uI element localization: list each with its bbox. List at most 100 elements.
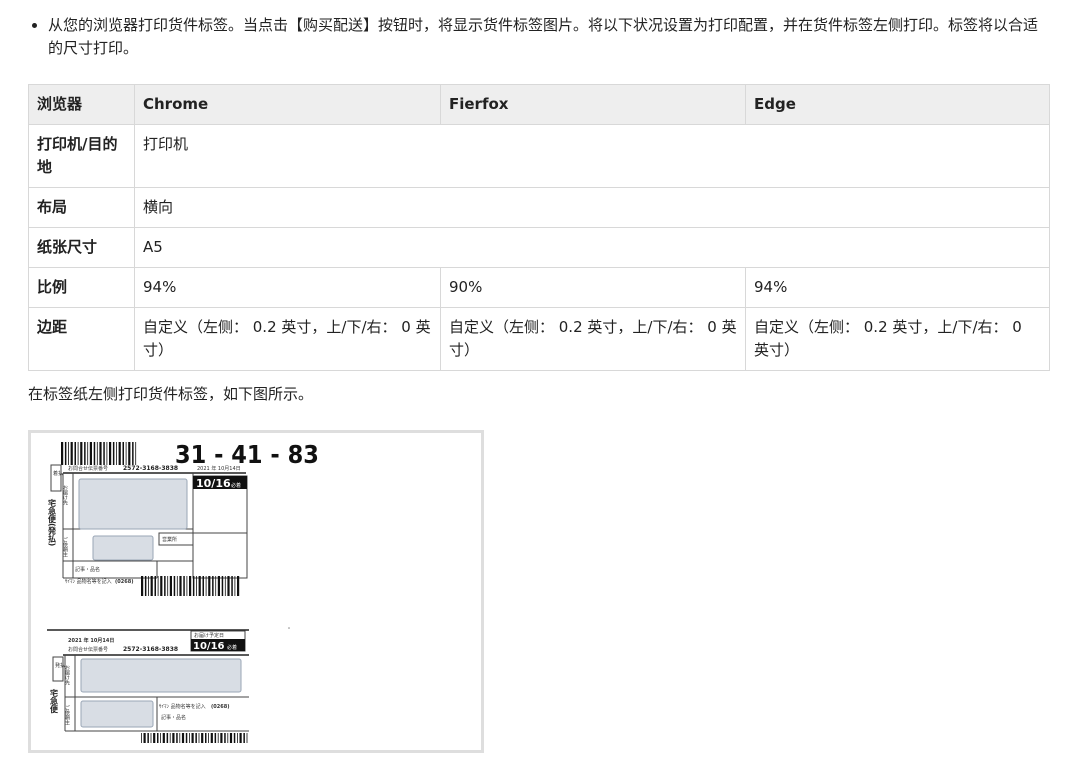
barcode-top (61, 442, 137, 465)
help-page: 从您的浏览器打印货件标签。当点击【购买配送】按钮时，将显示货件标签图片。将以下状… (0, 0, 1080, 760)
header-edge: Edge (745, 84, 1050, 125)
lower-delivery-note: 必着 (227, 644, 237, 651)
barcode-bar (208, 733, 209, 743)
barcode-bar (210, 733, 213, 743)
barcode-bar (61, 442, 64, 465)
barcode-bar (214, 733, 217, 743)
barcode-bar (122, 442, 124, 465)
barcode-bar (201, 733, 204, 743)
row-label-margin: 边距 (28, 307, 135, 371)
lower-bottom-code: (0268) (211, 704, 230, 710)
barcode-bar (169, 576, 172, 596)
upper-tracking-label: お問合せ伝票番号 (68, 465, 108, 472)
barcode-bar (181, 733, 185, 743)
upper-delivery-note: 必着 (231, 482, 241, 489)
barcode-bar (198, 576, 201, 596)
cell-scale-edge: 94% (745, 267, 1050, 308)
barcode-bar (205, 576, 207, 596)
barcode-bar (93, 442, 96, 465)
cell-scale-chrome: 94% (134, 267, 441, 308)
barcode-bar (74, 442, 76, 465)
cell-printer: 打印机 (134, 124, 1050, 188)
lower-label: 2021 年 10月14日 お問合せ伝票番号 2572-3168-3838 お届… (47, 629, 249, 743)
lower-tracking-label: お問合せ伝票番号 (68, 646, 108, 653)
cell-margin-firefox: 自定义（左侧： 0.2 英寸，上/下/右： 0 英寸） (440, 307, 746, 371)
upper-big-number: 31 - 41 - 83 (175, 440, 319, 469)
barcode-bar (172, 733, 175, 743)
barcode-bar (195, 733, 197, 743)
barcode-bar (186, 576, 188, 596)
barcode-bar (229, 733, 233, 743)
barcode-bar (173, 576, 176, 596)
barcode-bar (224, 576, 226, 596)
barcode-bar (224, 733, 226, 743)
barcode-bar (221, 576, 224, 596)
barcode-bar (103, 442, 105, 465)
barcode-bar (164, 576, 166, 596)
lower-record-label: 記事・品名 (161, 714, 186, 721)
upper-bottom-text: ｻｲﾏﾝ 品物名等を記入 (65, 578, 112, 585)
barcode-bar (192, 576, 195, 596)
barcode-bar (160, 576, 163, 596)
barcode-bar (196, 576, 197, 596)
header-firefox: Fierfox (440, 84, 746, 125)
barcode-bar (212, 576, 214, 596)
lower-delivery-date: 10/16 (193, 641, 225, 652)
barcode-bar (99, 442, 102, 465)
upper-label: 31 - 41 - 83 お問合せ伝票番号 2572-3168-3838 202… (47, 440, 319, 596)
barcode-bar (141, 733, 142, 743)
barcode-bar (217, 733, 219, 743)
row-label-paper: 纸张尺寸 (28, 227, 135, 268)
table-row: 比例 94% 90% 94% (28, 267, 1050, 308)
upper-bottom-code: (0268) (115, 579, 134, 585)
barcode-bar (150, 733, 152, 743)
table-row: 打印机/目的地 打印机 (28, 124, 1050, 188)
upper-service-box: 着払 (53, 470, 63, 477)
barcode-bar (237, 576, 240, 596)
upper-date: 2021 年 10月14日 (197, 465, 241, 472)
header-browser: 浏览器 (28, 84, 135, 125)
shipping-label-image: .ln { stroke: #444; stroke-width: 1; fil… (28, 430, 484, 753)
upper-side-label-2: ご依頼主 (62, 536, 68, 557)
barcode-bar (125, 442, 127, 465)
barcode-bar (141, 576, 144, 596)
barcode-bar (191, 733, 194, 743)
barcode-bar (150, 576, 153, 596)
image-caption: 在标签纸左侧打印货件标签，如下图所示。 (28, 385, 314, 403)
table-header-row: 浏览器 Chrome Fierfox Edge (28, 84, 1050, 125)
cell-scale-firefox: 90% (440, 267, 746, 308)
barcode-bar (77, 442, 79, 465)
table-row: 边距 自定义（左侧： 0.2 英寸，上/下/右： 0 英寸） 自定义（左侧： 0… (28, 307, 1050, 371)
upper-carrier: 宅急便(発払) (47, 498, 57, 546)
barcode-bar (215, 576, 217, 596)
cell-margin-chrome: 自定义（左侧： 0.2 英寸，上/下/右： 0 英寸） (134, 307, 441, 371)
barcode-bar (227, 733, 229, 743)
barcode-bar (143, 733, 146, 743)
upper-tracking-number: 2572-3168-3838 (123, 465, 178, 472)
upper-record-label: 記事・品名 (75, 566, 100, 573)
lower-carrier: 宅急便 (49, 688, 59, 714)
barcode-bar (118, 442, 121, 465)
barcode-bar (153, 733, 156, 743)
barcode-bar (147, 733, 149, 743)
barcode-bar (162, 733, 165, 743)
barcode-bar (179, 733, 181, 743)
barcode-bar (89, 442, 92, 465)
shipping-label-drawing: .ln { stroke: #444; stroke-width: 1; fil… (47, 440, 319, 743)
lower-side-label-2: ご依頼主 (64, 704, 70, 725)
barcode-bar (179, 576, 182, 596)
upper-small-box: 営業所 (162, 536, 177, 543)
barcode-bar (154, 576, 156, 596)
lower-side-label-1: お届け先 (64, 665, 70, 686)
barcode-bar (157, 733, 159, 743)
row-label-layout: 布局 (28, 187, 135, 228)
barcode-bar (176, 576, 178, 596)
barcode-bar (157, 576, 159, 596)
barcode-bar (167, 576, 169, 596)
barcode-bar (160, 733, 161, 743)
barcode-bar (169, 733, 171, 743)
barcode-bar (96, 442, 98, 465)
barcode-bar (205, 733, 207, 743)
barcode-bar (144, 576, 147, 596)
cell-layout: 横向 (134, 187, 1050, 228)
